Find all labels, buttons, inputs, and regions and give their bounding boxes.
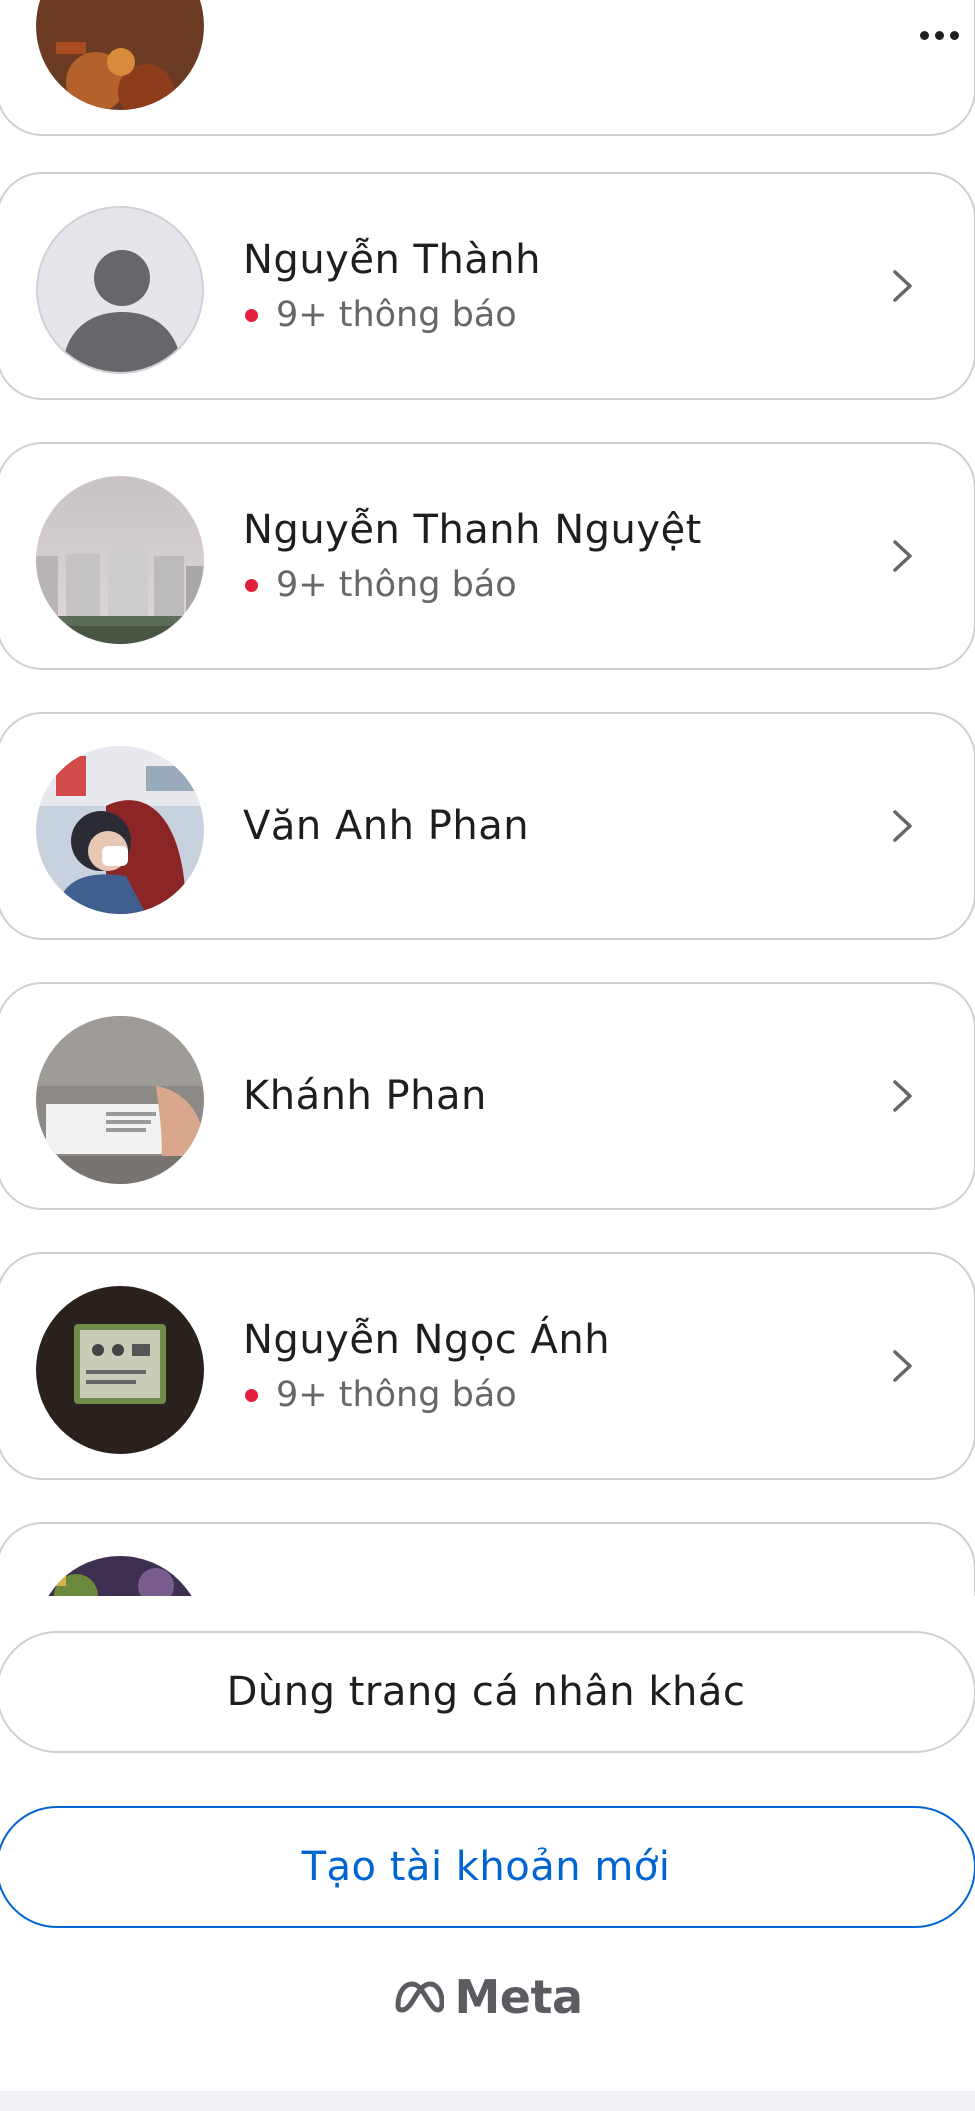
notification-label: 9+ thông báo: [276, 1375, 517, 1415]
meta-logo-icon: [395, 1981, 445, 2013]
notification-count: 9+ thông báo: [243, 295, 854, 335]
more-options-button[interactable]: [909, 20, 969, 50]
notification-label: 9+ thông báo: [276, 565, 517, 605]
notification-dot-icon: [245, 1388, 258, 1402]
account-info: Nguyễn Ngọc Ánh 9+ thông báo: [243, 1254, 854, 1478]
avatar: [36, 476, 204, 644]
account-switcher-screen: Nguyễn Thành 9+ thông báo Nguyễn Thanh N…: [0, 0, 975, 2111]
chevron-right-icon: [882, 806, 922, 846]
use-other-profile-button[interactable]: Dùng trang cá nhân khác: [0, 1631, 975, 1753]
avatar: [36, 1286, 204, 1454]
account-info: Khánh Phan: [243, 984, 854, 1208]
account-info: Văn Anh Phan: [243, 714, 854, 938]
account-card[interactable]: [0, 0, 975, 136]
create-account-button[interactable]: Tạo tài khoản mới: [0, 1806, 975, 1928]
avatar: [36, 206, 204, 374]
notification-dot-icon: [245, 578, 258, 592]
account-name: Văn Anh Phan: [243, 803, 530, 849]
more-dot: [934, 30, 944, 40]
account-card[interactable]: Khánh Phan: [0, 982, 975, 1210]
system-navigation-bar: [0, 2091, 975, 2111]
chevron-right-icon: [882, 266, 922, 306]
account-name: Nguyễn Thanh Nguyệt: [243, 507, 702, 553]
notification-count: 9+ thông báo: [243, 1375, 854, 1415]
account-card[interactable]: Nguyễn Thành 9+ thông báo: [0, 172, 975, 400]
account-name: Nguyễn Ngọc Ánh: [243, 1317, 611, 1363]
avatar: [36, 746, 204, 914]
account-card[interactable]: Nguyễn Ngọc Ánh 9+ thông báo: [0, 1252, 975, 1480]
account-card[interactable]: Nguyễn Thanh Nguyệt 9+ thông báo: [0, 442, 975, 670]
meta-brand: Meta: [0, 1970, 975, 2024]
account-name: Nguyễn Thành: [243, 237, 542, 283]
avatar: [36, 0, 204, 110]
account-info: Nguyễn Thành 9+ thông báo: [243, 174, 854, 398]
notification-label: 9+ thông báo: [276, 295, 517, 335]
avatar: [36, 1556, 204, 1596]
account-list[interactable]: Nguyễn Thành 9+ thông báo Nguyễn Thanh N…: [0, 0, 975, 1596]
account-name: Khánh Phan: [243, 1073, 487, 1119]
avatar: [36, 1016, 204, 1184]
notification-dot-icon: [245, 308, 258, 322]
more-horizontal-icon: [919, 30, 929, 40]
chevron-right-icon: [882, 1346, 922, 1386]
account-info: Nguyễn Thanh Nguyệt 9+ thông báo: [243, 444, 854, 668]
chevron-right-icon: [882, 536, 922, 576]
account-card[interactable]: [0, 1522, 975, 1596]
meta-wordmark: Meta: [454, 1970, 583, 2024]
account-card[interactable]: Văn Anh Phan: [0, 712, 975, 940]
more-dot: [949, 30, 959, 40]
notification-count: 9+ thông báo: [243, 565, 854, 605]
chevron-right-icon: [882, 1076, 922, 1116]
